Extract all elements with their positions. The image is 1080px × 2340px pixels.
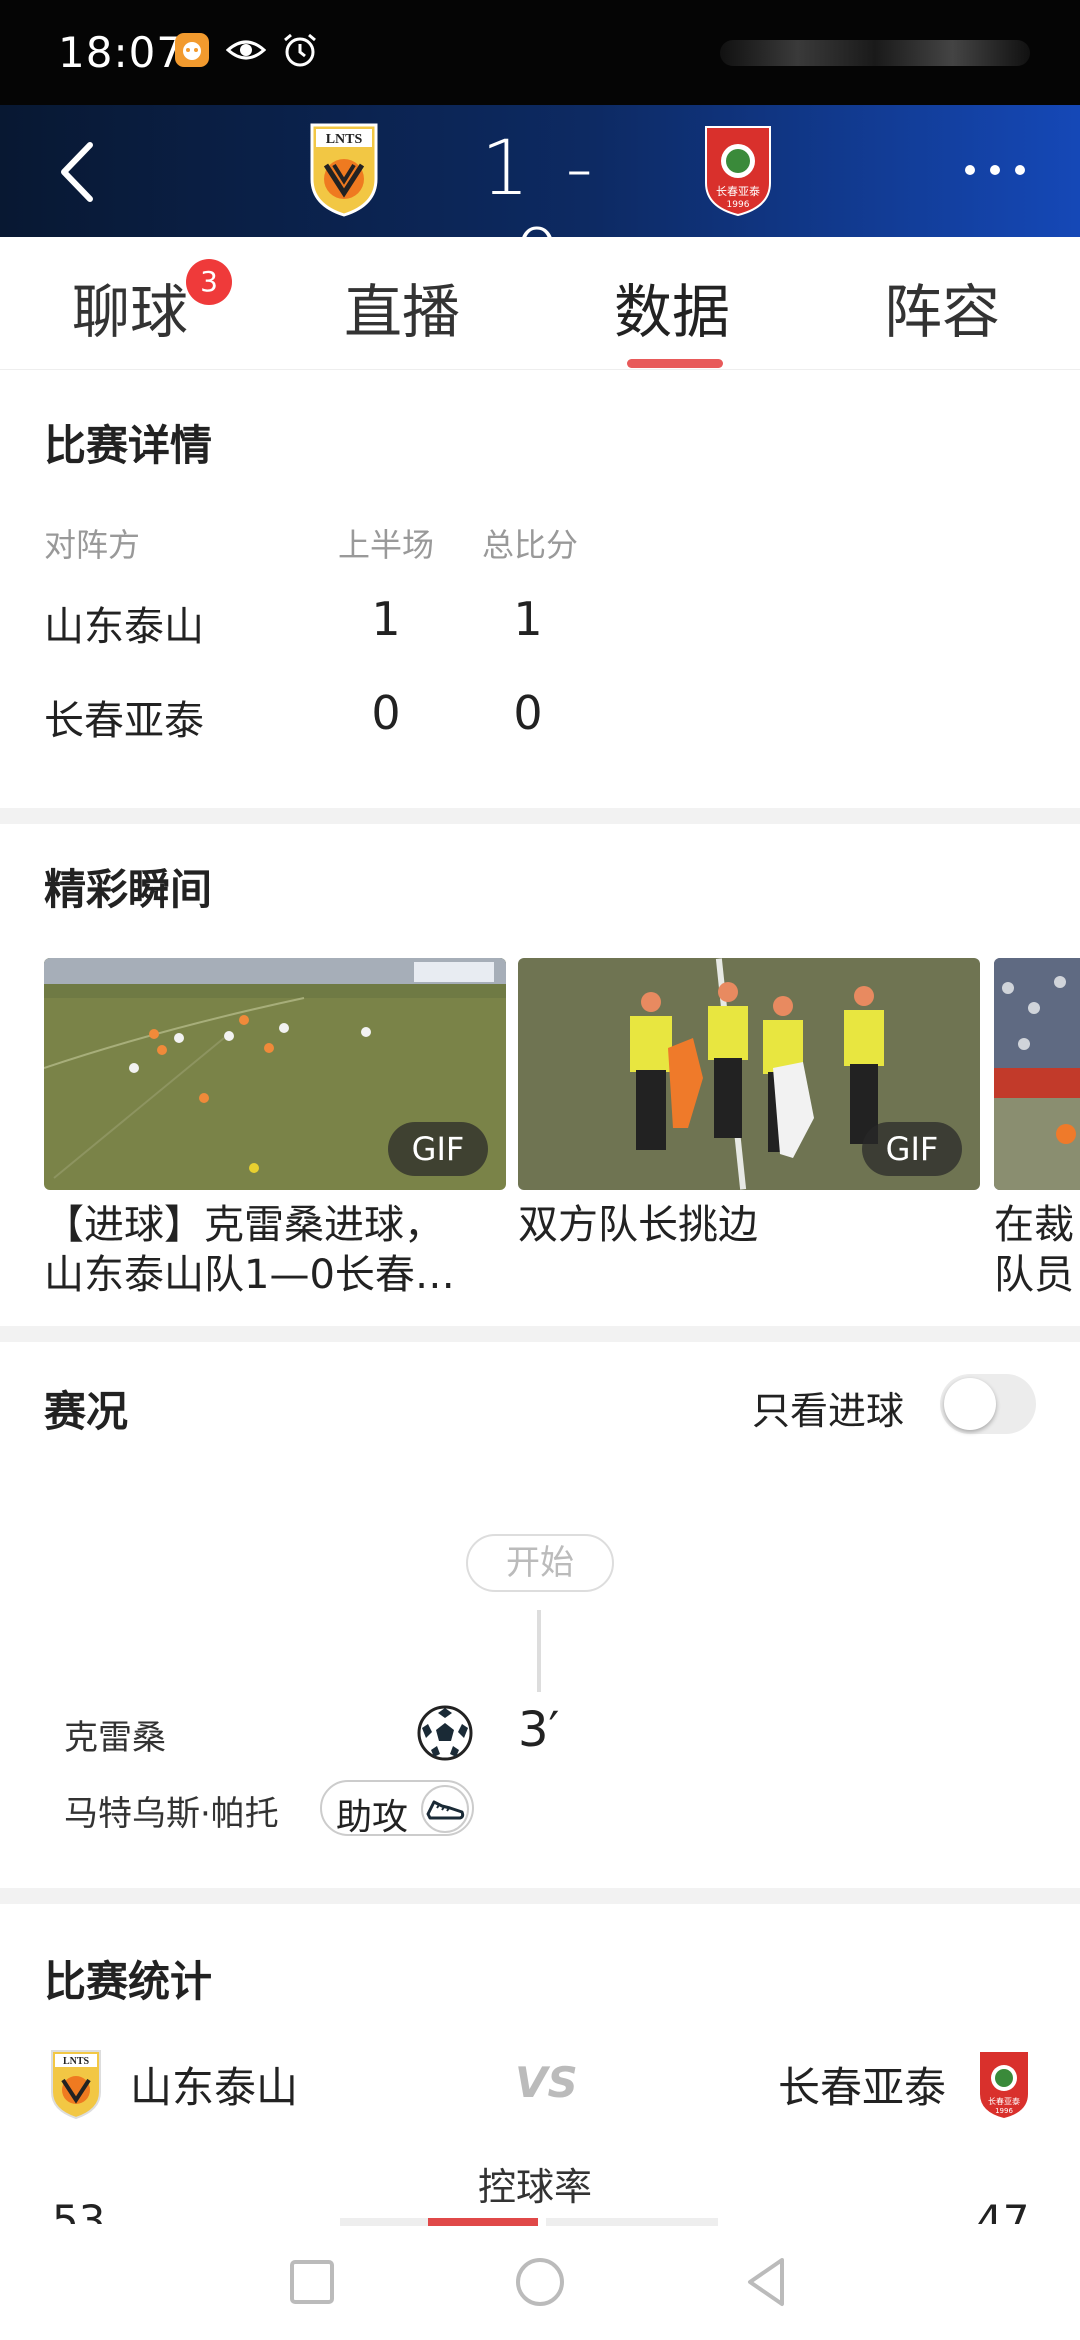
app-notification-icon (175, 33, 209, 67)
event-goal-scorer: 克雷桑 (64, 1718, 166, 1758)
detail-row-first-half: 1 (371, 592, 401, 646)
event-assist-player: 马特乌斯·帕托 (64, 1794, 279, 1834)
gif-badge: GIF (862, 1122, 962, 1176)
chat-unread-badge: 3 (186, 259, 232, 305)
highlight-caption[interactable]: 队员 (994, 1250, 1074, 1300)
tab-lineup[interactable]: 阵容 (884, 265, 1000, 349)
svg-text:长春亚泰: 长春亚泰 (988, 2096, 1020, 2106)
status-right-icons (720, 40, 1030, 66)
toggle-knob (944, 1378, 996, 1430)
column-header-team: 对阵方 (44, 526, 141, 564)
gif-badge: GIF (388, 1122, 488, 1176)
stat-away-bar-track (546, 2218, 718, 2226)
away-team-logo[interactable]: 长春亚泰 1996 (700, 121, 776, 217)
tab-chat[interactable]: 聊球 (72, 265, 188, 349)
stats-home-team: 山东泰山 (130, 2063, 299, 2112)
stats-away-team: 长春亚泰 (778, 2063, 947, 2112)
status-time: 18:07 (58, 28, 185, 77)
section-divider (0, 1326, 1080, 1342)
detail-row-team: 长春亚泰 (44, 698, 204, 744)
away-team-logo-small: 长春亚泰 1996 (980, 2052, 1028, 2118)
system-nav-bar (0, 2226, 1080, 2340)
more-icon[interactable] (960, 155, 1030, 185)
status-icons (172, 30, 320, 70)
match-details-title: 比赛详情 (44, 421, 213, 470)
active-tab-indicator (627, 359, 723, 368)
stats-title: 比赛统计 (44, 1957, 213, 2006)
highlight-caption[interactable]: 山东泰山队1—0长春… (44, 1250, 455, 1300)
stat-home-bar (428, 2218, 538, 2226)
highlight-caption[interactable]: 双方队长挑边 (518, 1200, 758, 1250)
svg-text:LNTS: LNTS (326, 132, 363, 147)
assist-badge: 助攻 (320, 1780, 474, 1838)
events-title: 赛况 (44, 1387, 129, 1436)
section-divider (0, 1888, 1080, 1904)
vs-label: VS (515, 2058, 578, 2107)
soccer-ball-icon (417, 1705, 473, 1761)
alarm-icon (284, 33, 316, 67)
eye-icon (226, 40, 266, 60)
highlight-card-partial[interactable] (994, 958, 1080, 1190)
home-team-logo-small: LNTS (51, 2050, 101, 2120)
tab-live[interactable]: 直播 (344, 265, 460, 349)
tab-bar: 聊球 3 直播 数据 阵容 (0, 237, 1080, 370)
highlight-card-coin-toss[interactable]: GIF (518, 958, 980, 1190)
highlights-title: 精彩瞬间 (44, 865, 213, 914)
section-divider (0, 808, 1080, 824)
column-header-first-half: 上半场 (338, 526, 435, 564)
highlight-caption[interactable]: 在裁 (994, 1200, 1074, 1250)
svg-text:长春亚泰: 长春亚泰 (716, 184, 760, 198)
column-header-total: 总比分 (482, 526, 579, 564)
detail-row-team: 山东泰山 (44, 604, 204, 650)
goals-only-toggle[interactable] (940, 1374, 1036, 1434)
detail-row-first-half: 0 (371, 686, 401, 740)
svg-text:1996: 1996 (727, 200, 750, 210)
highlight-caption[interactable]: 【进球】克雷桑进球， (44, 1200, 444, 1250)
goals-only-label: 只看进球 (752, 1389, 905, 1433)
stat-away-value: 47 (976, 2196, 1030, 2224)
stat-home-value: 53 (52, 2196, 106, 2224)
nav-back-icon[interactable] (738, 2252, 798, 2312)
timeline-start-label: 开始 (466, 1534, 614, 1592)
timeline-line (537, 1610, 541, 1692)
recent-apps-icon[interactable] (282, 2252, 342, 2312)
highlight-thumbnail (994, 958, 1080, 1190)
tab-data[interactable]: 数据 (614, 265, 730, 349)
home-icon[interactable] (510, 2252, 570, 2312)
svg-text:1996: 1996 (995, 2107, 1013, 2115)
svg-text:LNTS: LNTS (63, 2056, 90, 2067)
highlight-card-goal[interactable]: GIF (44, 958, 506, 1190)
football-boot-icon (421, 1785, 469, 1833)
event-minute: 3′ (518, 1702, 560, 1758)
home-team-logo[interactable]: LNTS (306, 121, 382, 217)
stat-name-possession: 控球率 (478, 2165, 593, 2209)
back-icon[interactable] (50, 137, 110, 207)
match-header: LNTS 1 - 0 长春亚泰 1996 (0, 105, 1080, 301)
assist-label: 助攻 (336, 1797, 409, 1838)
detail-row-total: 0 (513, 686, 543, 740)
status-bar: 18:07 (0, 0, 1080, 105)
detail-row-total: 1 (513, 592, 543, 646)
